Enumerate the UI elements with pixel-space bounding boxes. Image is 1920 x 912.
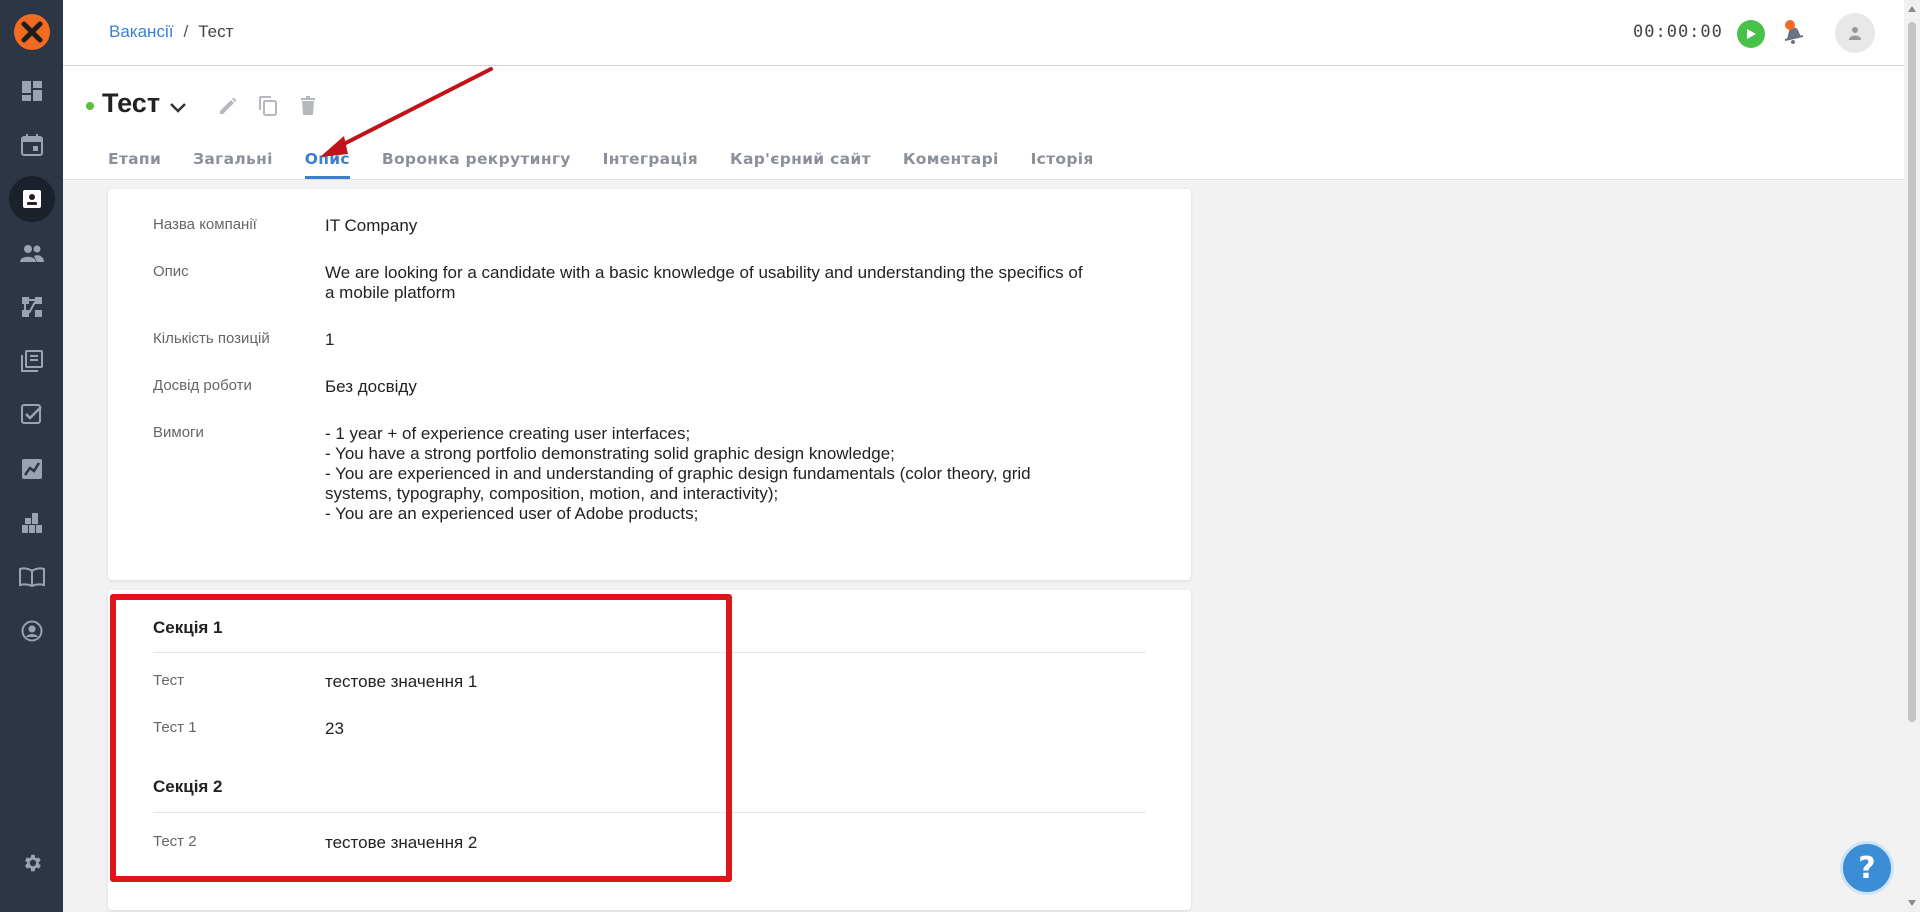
people-icon bbox=[19, 245, 44, 262]
sidebar-item-calendar[interactable] bbox=[0, 118, 63, 172]
dashboard-icon bbox=[21, 81, 42, 101]
scroll-up-arrow-icon[interactable] bbox=[1907, 4, 1917, 14]
custom-field-row: Тест тестове значення 1 bbox=[153, 672, 1085, 692]
custom-fields-card: Секція 1 Тест тестове значення 1 Тест 1 … bbox=[108, 590, 1191, 910]
sidebar-item-candidates[interactable] bbox=[0, 226, 63, 280]
tab-history[interactable]: Історія bbox=[1031, 150, 1094, 179]
custom-field-row: Тест 2 тестове значення 2 bbox=[153, 833, 1085, 853]
tab-recruiting-funnel[interactable]: Воронка рекрутингу bbox=[382, 150, 571, 179]
field-value: тестове значення 1 bbox=[325, 672, 478, 691]
sidebar-item-knowledge[interactable] bbox=[0, 550, 63, 604]
tab-stages[interactable]: Етапи bbox=[108, 150, 161, 179]
sidebar-item-vacancies[interactable] bbox=[0, 172, 63, 226]
work-timer: 00:00:00 bbox=[1633, 22, 1723, 42]
sidebar-item-profile[interactable] bbox=[0, 604, 63, 658]
vacancy-icon bbox=[22, 190, 41, 208]
play-icon bbox=[1747, 29, 1756, 39]
requirements-list: - 1 year + of experience creating user i… bbox=[325, 424, 1085, 524]
detail-row-company: Назва компанії IT Company bbox=[153, 216, 1085, 236]
chevron-down-icon[interactable] bbox=[167, 96, 189, 118]
detail-value: We are looking for a candidate with a ba… bbox=[325, 263, 1083, 302]
requirement-line: - 1 year + of experience creating user i… bbox=[325, 424, 691, 443]
scroll-down-arrow-icon[interactable] bbox=[1907, 898, 1917, 908]
detail-value: Без досвіду bbox=[325, 377, 417, 396]
vacancy-status-indicator bbox=[86, 102, 94, 110]
tab-general[interactable]: Загальні bbox=[193, 150, 273, 179]
custom-field-row: Тест 1 23 bbox=[153, 719, 1085, 739]
detail-value: 1 bbox=[325, 330, 335, 349]
detail-row-positions: Кількість позицій 1 bbox=[153, 330, 1085, 350]
book-icon bbox=[18, 567, 45, 587]
sidebar-item-settings[interactable] bbox=[0, 836, 63, 890]
logo-icon[interactable] bbox=[14, 14, 50, 50]
sidebar-item-pipeline[interactable] bbox=[0, 280, 63, 334]
sidebar-item-integrations[interactable] bbox=[0, 496, 63, 550]
copy-icon[interactable] bbox=[256, 94, 280, 118]
detail-row-experience: Досвід роботи Без досвіду bbox=[153, 377, 1085, 397]
chart-icon bbox=[21, 459, 42, 479]
detail-row-requirements: Вимоги - 1 year + of experience creating… bbox=[153, 424, 1085, 524]
requirement-line: - You have a strong portfolio demonstrat… bbox=[325, 444, 895, 463]
vacancy-header: Тест Етапи Загальні Опис Воронка рекрути… bbox=[63, 66, 1904, 180]
tab-description[interactable]: Опис bbox=[304, 150, 350, 179]
detail-value: IT Company bbox=[325, 216, 418, 235]
notifications-button[interactable] bbox=[1779, 18, 1809, 48]
blocks-icon bbox=[21, 513, 42, 533]
sidebar-item-reports[interactable] bbox=[0, 442, 63, 496]
detail-label: Опис bbox=[153, 263, 189, 280]
user-circle-icon bbox=[21, 620, 42, 642]
vacancy-tabs: Етапи Загальні Опис Воронка рекрутингу І… bbox=[108, 150, 1126, 179]
scrollbar-thumb[interactable] bbox=[1908, 22, 1916, 722]
bell-icon bbox=[1784, 20, 1804, 44]
field-label: Тест 2 bbox=[153, 833, 197, 850]
requirement-line: - You are experienced in and understandi… bbox=[325, 464, 1031, 503]
field-value: 23 bbox=[325, 719, 344, 738]
checkbox-icon bbox=[20, 404, 42, 424]
library-icon bbox=[20, 350, 43, 372]
vacancy-details-card: Назва компанії IT Company Опис We are lo… bbox=[108, 189, 1191, 580]
user-avatar[interactable] bbox=[1835, 13, 1875, 53]
field-label: Тест bbox=[153, 672, 185, 689]
breadcrumb-vacancies-link[interactable]: Вакансії bbox=[109, 22, 173, 42]
sidebar-item-dashboard[interactable] bbox=[0, 64, 63, 118]
vacancy-title: Тест bbox=[102, 88, 161, 118]
tab-comments[interactable]: Коментарі bbox=[903, 150, 999, 179]
detail-label: Вимоги bbox=[153, 424, 204, 441]
field-value: тестове значення 2 bbox=[325, 833, 478, 852]
breadcrumb: Вакансії / Тест bbox=[109, 22, 233, 42]
tab-integration[interactable]: Інтеграція bbox=[603, 150, 698, 179]
main-sidebar bbox=[0, 0, 63, 912]
detail-label: Досвід роботи bbox=[153, 377, 252, 394]
help-button[interactable]: ? bbox=[1840, 841, 1894, 895]
gear-icon bbox=[24, 854, 41, 872]
section-title: Секція 2 bbox=[153, 777, 223, 796]
timer-play-button[interactable] bbox=[1737, 20, 1765, 48]
detail-row-description: Опис We are looking for a candidate with… bbox=[153, 263, 1085, 303]
detail-label: Назва компанії bbox=[153, 216, 257, 233]
page-scrollbar[interactable] bbox=[1904, 0, 1920, 912]
tab-career-site[interactable]: Кар'єрний сайт bbox=[730, 150, 871, 179]
sidebar-item-tasks[interactable] bbox=[0, 388, 63, 442]
section-divider bbox=[153, 652, 1146, 653]
section-title: Секція 1 bbox=[153, 618, 223, 637]
calendar-icon bbox=[20, 134, 43, 156]
breadcrumb-separator: / bbox=[183, 22, 189, 41]
workflow-icon bbox=[21, 297, 42, 317]
top-header: Вакансії / Тест 00:00:00 bbox=[63, 0, 1904, 66]
field-label: Тест 1 bbox=[153, 719, 197, 736]
section-divider bbox=[153, 812, 1146, 813]
trash-icon[interactable] bbox=[296, 94, 320, 118]
user-icon bbox=[1849, 27, 1861, 40]
detail-label: Кількість позицій bbox=[153, 330, 270, 347]
edit-icon[interactable] bbox=[216, 94, 240, 118]
breadcrumb-current: Тест bbox=[198, 22, 234, 41]
requirement-line: - You are an experienced user of Adobe p… bbox=[325, 504, 699, 523]
help-icon: ? bbox=[1858, 850, 1876, 886]
sidebar-item-library[interactable] bbox=[0, 334, 63, 388]
